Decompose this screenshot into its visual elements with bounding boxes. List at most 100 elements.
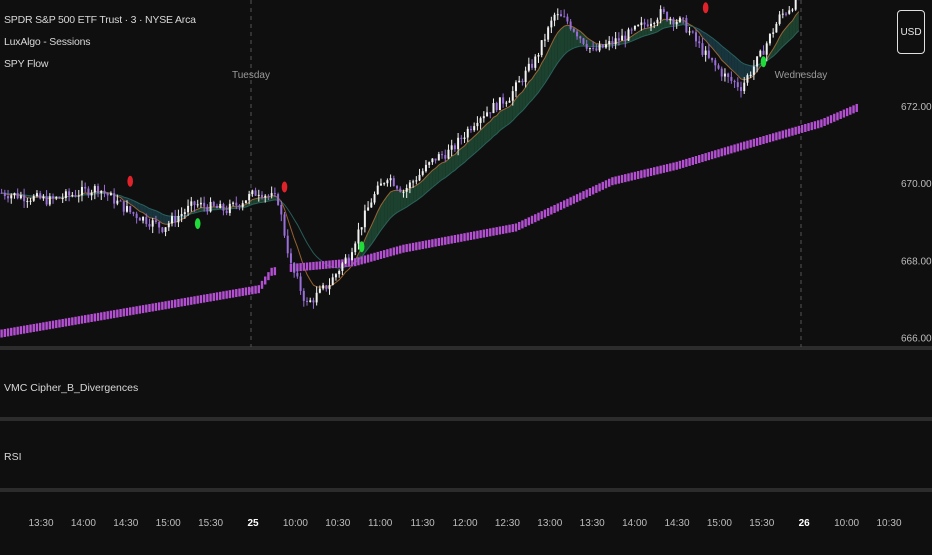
candle-body	[84, 187, 86, 189]
ribbon-segment	[493, 116, 496, 137]
flow-mark	[528, 217, 530, 225]
flow-mark	[701, 154, 703, 162]
ribbon-segment	[416, 183, 419, 201]
candle-body	[750, 75, 752, 76]
buy-signal-dot	[195, 218, 201, 229]
candle-body	[605, 44, 607, 47]
flow-mark	[557, 203, 559, 211]
candle-body	[251, 190, 253, 194]
candle-body	[528, 64, 530, 71]
flow-mark	[730, 145, 732, 153]
candle-body	[689, 31, 691, 32]
currency-button[interactable]: USD	[897, 10, 925, 54]
candle-body	[26, 201, 28, 202]
candle-body	[621, 36, 623, 41]
ribbon-segment	[487, 121, 490, 142]
time-tick-label: 15:00	[156, 518, 181, 529]
flow-mark	[788, 129, 790, 137]
candle-body	[377, 186, 379, 194]
time-tick-label: 15:00	[707, 518, 732, 529]
candle-body	[113, 193, 115, 203]
time-tick-label: 13:00	[537, 518, 562, 529]
candle-body	[415, 180, 417, 181]
candle-body	[36, 193, 38, 196]
candle-body	[58, 197, 60, 198]
flow-mark	[303, 263, 305, 271]
candle-body	[30, 201, 32, 202]
flow-mark	[103, 312, 105, 320]
candle-body	[68, 191, 70, 195]
flow-mark	[563, 200, 565, 208]
candle-body	[222, 204, 224, 211]
flow-mark	[653, 167, 655, 175]
flow-mark	[367, 255, 369, 263]
candle-body	[136, 214, 138, 218]
flow-mark	[483, 230, 485, 238]
session-label: Tuesday	[232, 70, 270, 81]
ribbon-segment	[461, 146, 464, 165]
candle-body	[296, 273, 298, 277]
flow-mark	[42, 322, 44, 330]
flow-mark	[634, 172, 636, 180]
flow-mark	[531, 216, 533, 224]
candle-body	[673, 19, 675, 25]
candle-body	[23, 195, 25, 201]
candle-body	[239, 205, 241, 207]
candle-body	[454, 145, 456, 149]
flow-mark	[232, 290, 234, 298]
candle-body	[364, 211, 366, 228]
candle-body	[97, 186, 99, 193]
ribbon-segment	[432, 168, 435, 187]
candle-body	[451, 145, 453, 149]
candle-body	[711, 58, 713, 60]
candle-body	[480, 118, 482, 123]
candle-body	[171, 216, 173, 223]
candle-body	[608, 41, 610, 44]
flow-mark	[139, 306, 141, 314]
flow-mark	[161, 302, 163, 310]
flow-mark	[843, 110, 845, 118]
flow-mark	[306, 263, 308, 271]
flow-mark	[129, 307, 131, 315]
candle-body	[724, 74, 726, 77]
candle-body	[232, 203, 234, 204]
flow-mark	[775, 132, 777, 140]
flow-mark	[299, 263, 301, 271]
candle-body	[467, 129, 469, 138]
flow-mark	[524, 219, 526, 227]
flow-mark	[724, 147, 726, 155]
flow-mark	[473, 231, 475, 239]
flow-mark	[512, 224, 514, 232]
candle-body	[13, 193, 15, 195]
candle-body	[509, 101, 511, 103]
chart-root[interactable]: TuesdayWednesday 666.00668.00670.00672.0…	[0, 0, 932, 550]
flow-mark	[457, 234, 459, 242]
flow-mark	[772, 133, 774, 141]
flow-mark	[193, 296, 195, 304]
candle-body	[419, 175, 421, 180]
flow-mark	[704, 153, 706, 161]
flow-mark	[270, 268, 272, 276]
ribbon-segment	[442, 162, 445, 180]
flow-mark	[319, 261, 321, 269]
candle-body	[168, 224, 170, 228]
flow-mark	[386, 249, 388, 257]
candle-body	[769, 34, 771, 44]
candle-body	[483, 116, 485, 118]
candle-body	[132, 212, 134, 214]
flow-mark	[631, 173, 633, 181]
candle-body	[611, 41, 613, 44]
candle-body	[319, 289, 321, 293]
flow-mark	[460, 234, 462, 242]
flow-mark	[444, 237, 446, 245]
candle-body	[152, 220, 154, 226]
chart-background	[0, 0, 932, 550]
flow-mark	[354, 258, 356, 266]
flow-mark	[315, 262, 317, 270]
time-tick-label: 13:30	[580, 518, 605, 529]
chart-svg[interactable]: TuesdayWednesday 666.00668.00670.00672.0…	[0, 0, 932, 550]
flow-mark	[743, 142, 745, 150]
flow-mark	[479, 230, 481, 238]
candle-body	[229, 204, 231, 213]
buy-signal-dot	[761, 56, 767, 67]
